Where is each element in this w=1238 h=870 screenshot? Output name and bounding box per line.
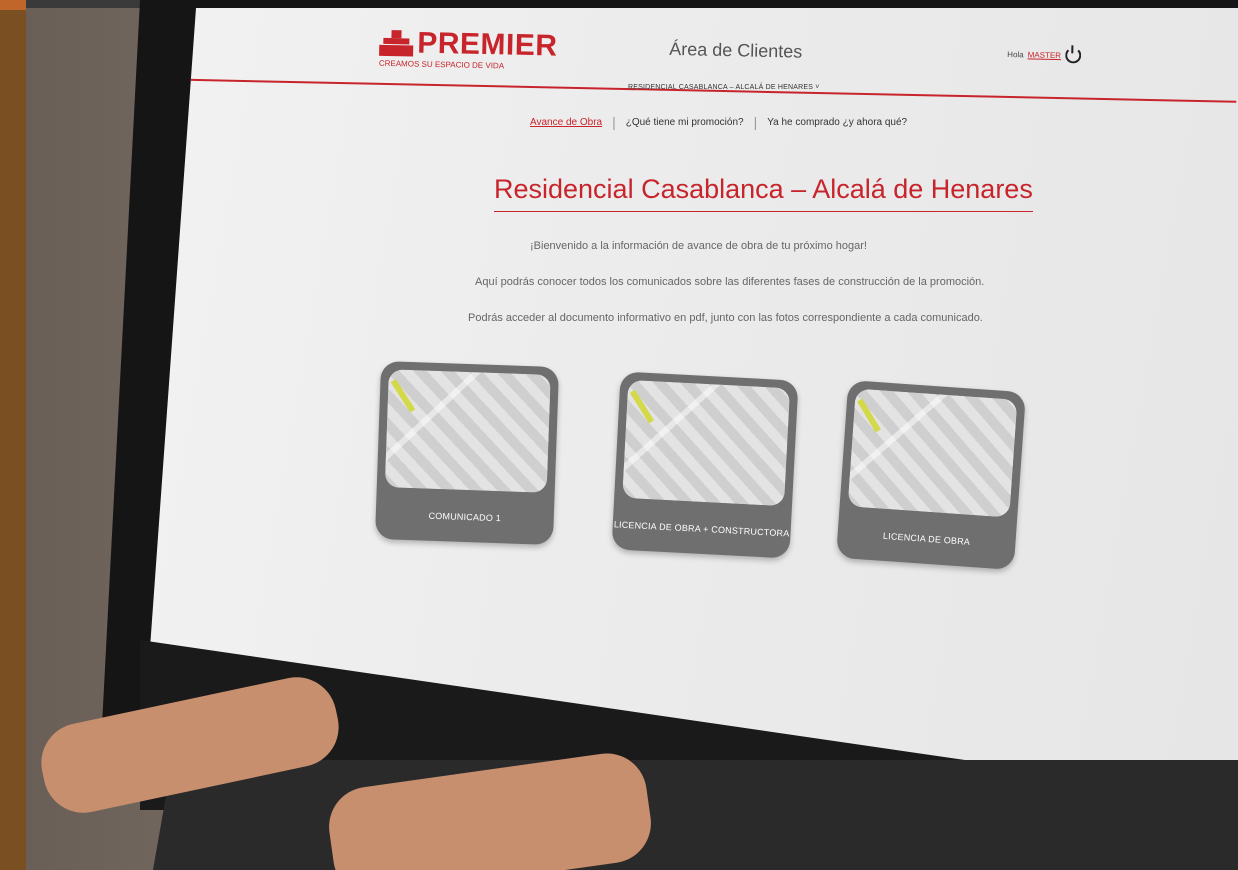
photo-stage: PREMIER CREAMOS SU ESPACIO DE VIDA Área …: [0, 0, 1238, 870]
card-image: [384, 369, 551, 493]
left-border-tab: [0, 0, 26, 10]
card-label: LICENCIA DE OBRA + CONSTRUCTORA: [613, 519, 790, 539]
card-comunicado-1[interactable]: COMUNICADO 1: [374, 360, 560, 546]
keyboard: [147, 760, 1238, 870]
card-label: LICENCIA DE OBRA: [882, 530, 971, 547]
card-image: [622, 379, 791, 507]
left-border-strip: [0, 0, 26, 870]
card-licencia-obra[interactable]: LICENCIA DE OBRA: [836, 380, 1026, 570]
card-licencia-constructora[interactable]: LICENCIA DE OBRA + CONSTRUCTORA: [611, 371, 799, 559]
card-image: [847, 388, 1018, 518]
card-label: COMUNICADO 1: [428, 510, 502, 524]
